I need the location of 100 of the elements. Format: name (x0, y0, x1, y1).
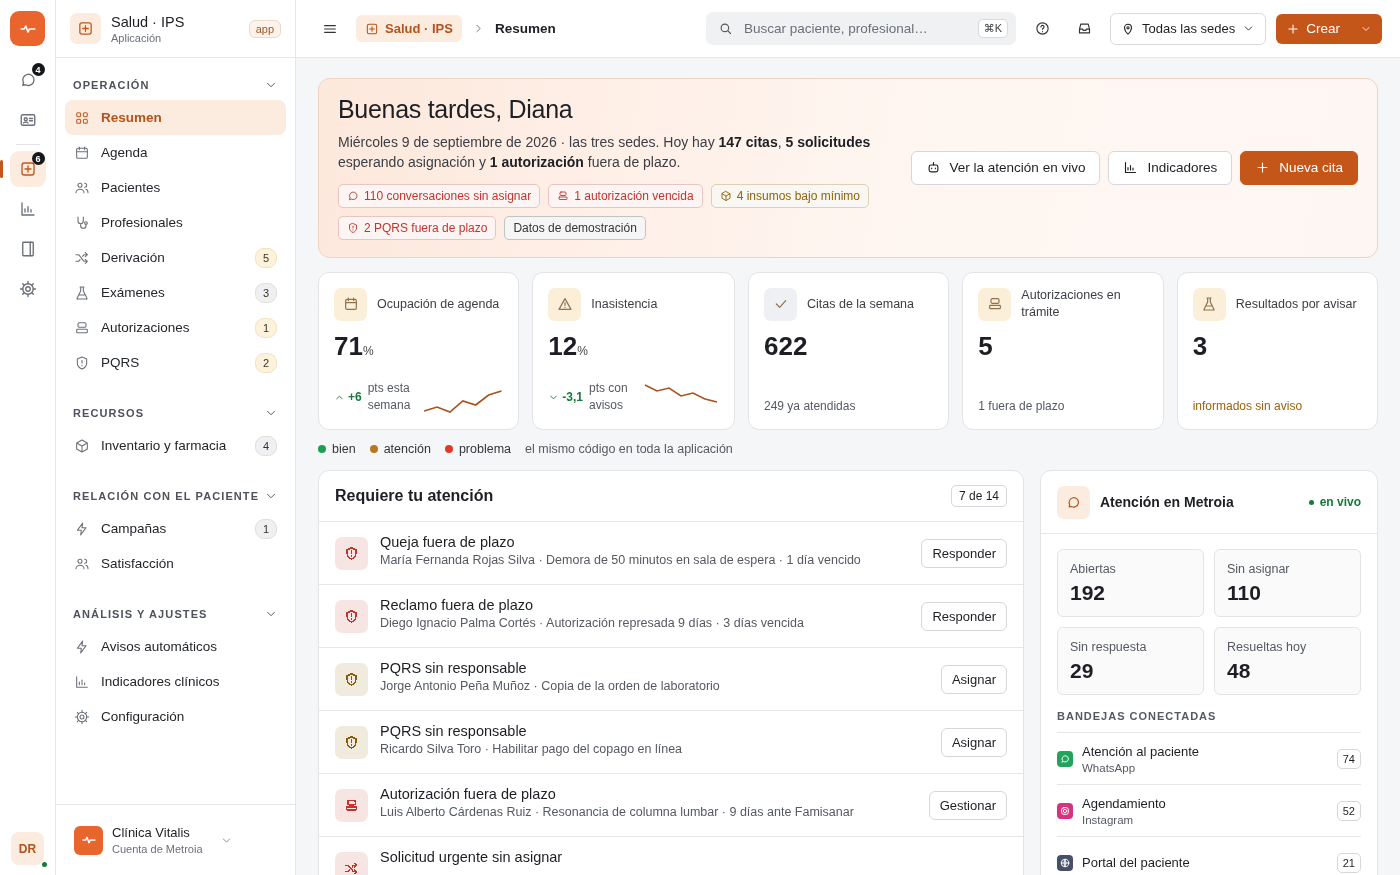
cube-icon (74, 437, 90, 454)
panel-title: Atención en Metroia (1100, 494, 1234, 510)
nav-item[interactable]: Configuración (65, 699, 286, 734)
chat-icon (347, 190, 359, 202)
chat-icon (1066, 494, 1081, 510)
task-detail: María Fernanda Rojas Silva · Demora de 50 minutos en sala de espera · 1 día vencido (380, 553, 862, 567)
kpi-label: Autorizaciones en trámite (1021, 287, 1122, 321)
user-avatar[interactable]: DR (11, 832, 44, 865)
panel-title: Requiere tu atención (335, 487, 494, 505)
nav-item[interactable]: Campañas 1 (65, 511, 286, 546)
task-action-button[interactable]: Asignar (940, 727, 1007, 757)
kpi-label: Citas de la semana (807, 295, 915, 313)
action-button[interactable]: Indicadores (1108, 150, 1233, 185)
gear-icon (18, 280, 37, 298)
nav-item[interactable]: Avisos automáticos (65, 629, 286, 664)
calendar-icon (74, 144, 90, 161)
nav-item[interactable]: Pacientes (65, 170, 286, 205)
alert-chip[interactable]: 1 autorización vencida (548, 184, 703, 208)
alert-chip[interactable]: 2 PQRS fuera de plazo (338, 216, 497, 240)
alert-chip[interactable]: 4 insumos bajo mínimo (710, 184, 870, 208)
search-icon (718, 21, 733, 36)
shield-icon (74, 354, 90, 371)
breadcrumb-current: Resumen (494, 21, 556, 36)
task-title: PQRS sin responsable (380, 660, 528, 676)
pin-icon (1121, 21, 1135, 36)
nav-item[interactable]: PQRS 2 (65, 345, 286, 380)
task-title: Queja fuera de plazo (380, 534, 516, 550)
nav-item[interactable]: Profesionales (65, 205, 286, 240)
count-badge: 7 de 14 (950, 485, 1007, 507)
inbox-row[interactable]: Agendamiento Instagram 52 (1057, 784, 1361, 836)
create-button[interactable]: Crear (1276, 13, 1382, 44)
nav-item[interactable]: Autorizaciones 1 (65, 310, 286, 345)
greeting-title: Buenas tardes, Diana (338, 95, 574, 124)
kpi-unit: % (362, 344, 374, 358)
nav-item[interactable]: Satisfacción (65, 546, 286, 581)
stat-value: 192 (1070, 581, 1107, 605)
nav-item[interactable]: Resumen (65, 100, 286, 135)
plus-icon (1286, 21, 1301, 36)
section-heading: OPERACIÓN (73, 79, 150, 91)
inbox-row[interactable]: Atención al paciente WhatsApp 74 (1057, 732, 1361, 784)
nav-item[interactable]: Indicadores clínicos (65, 664, 286, 699)
task-action-button[interactable]: Responder (921, 601, 1007, 631)
kpi-value: 5 (978, 331, 993, 362)
task-action-button[interactable]: Responder (921, 538, 1007, 568)
tray-icon[interactable] (1076, 21, 1092, 36)
task-action-button[interactable]: Gestionar (928, 790, 1007, 820)
rail-button[interactable]: 4 (9, 62, 46, 98)
trend-delta: -3,1 (548, 390, 583, 404)
stat-label: Sin asignar (1227, 562, 1291, 576)
search-field[interactable]: Buscar paciente, profesional… (742, 20, 969, 37)
cube-icon (719, 190, 732, 202)
app-tag: app (248, 19, 281, 38)
stat-value: 48 (1227, 659, 1252, 683)
inbox-row[interactable]: Portal del paciente 21 (1057, 836, 1361, 875)
stat-label: Sin respuesta (1070, 640, 1148, 654)
site-select[interactable]: Todas las sedes (1110, 12, 1267, 45)
app-subtitle: Aplicación (111, 31, 163, 44)
count-badge: 2 (255, 352, 277, 373)
nav-item[interactable]: Derivación 5 (65, 240, 286, 275)
section-heading: ANÁLISIS Y AJUSTES (73, 608, 208, 620)
task-action-button[interactable]: Asignar (940, 664, 1007, 694)
count-badge: 5 (255, 247, 277, 268)
alert-chip[interactable]: Datos de demostración (504, 216, 646, 240)
kpi-value: 12 (548, 331, 578, 362)
kpi-unit: % (577, 344, 588, 358)
shuffle-icon (74, 249, 90, 266)
kpi-value: 622 (764, 331, 808, 362)
action-button[interactable]: Nueva cita (1240, 150, 1358, 185)
stat-value: 110 (1227, 581, 1262, 605)
task-title: Solicitud urgente sin asignar (380, 849, 564, 865)
grid-icon (74, 109, 90, 126)
breadcrumb-link[interactable]: Salud · IPS (356, 15, 462, 42)
shield-icon (347, 222, 359, 234)
help-icon[interactable] (1034, 21, 1050, 36)
stat-label: Abiertas (1070, 562, 1117, 576)
search-bar[interactable]: Buscar paciente, profesional… ⌘K (706, 12, 1016, 45)
legend-label: atención (383, 442, 431, 456)
kpi-value: 3 (1192, 331, 1208, 362)
nav-item[interactable]: Agenda (65, 135, 286, 170)
app-logo[interactable] (10, 11, 45, 46)
plusbox-icon (77, 20, 94, 37)
kpi-note: pts con avisos (589, 380, 629, 414)
plusbox-icon (365, 21, 379, 36)
kpi-note: informados sin aviso (1192, 398, 1303, 415)
alert-chip[interactable]: 110 conversaciones sin asignar (338, 184, 541, 208)
count-badge: 3 (255, 282, 277, 303)
bar-chart-icon (1123, 160, 1139, 175)
globe-icon (1060, 857, 1070, 868)
warning-icon (556, 296, 573, 312)
section-heading: RECURSOS (73, 407, 145, 419)
action-button[interactable]: Ver la atención en vivo (910, 150, 1101, 185)
stat-value: 29 (1070, 659, 1095, 683)
nav-item[interactable]: Exámenes 3 (65, 275, 286, 310)
account-switcher[interactable]: Clínica Vitalis Cuenta de Metroia (56, 804, 295, 875)
nav-item[interactable]: Inventario y farmacia 4 (65, 428, 286, 463)
task-detail: Ricardo Silva Toro · Habilitar pago del copago en línea (380, 742, 684, 756)
robot-icon (925, 160, 941, 175)
task-title: Reclamo fuera de plazo (380, 597, 535, 613)
section-heading: RELACIÓN CON EL PACIENTE (73, 490, 260, 502)
section-heading: BANDEJAS CONECTADAS (1057, 710, 1218, 722)
